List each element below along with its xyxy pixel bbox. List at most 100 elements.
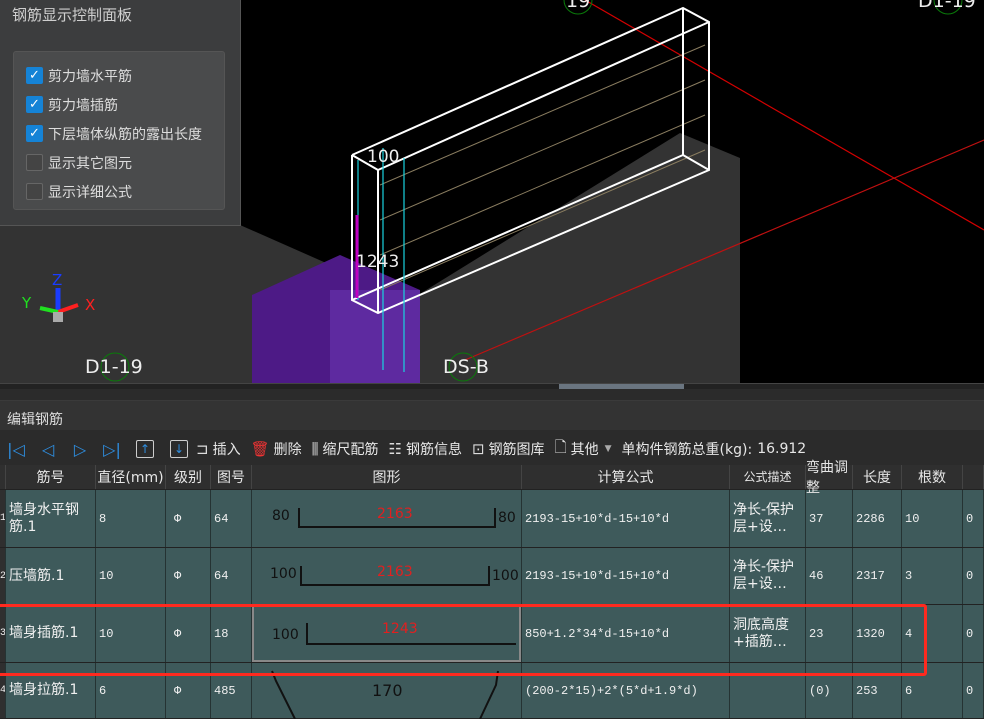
move-down-icon[interactable]: ↓ xyxy=(170,440,188,458)
extra-cell[interactable]: 0 xyxy=(963,548,984,604)
weight-label: 单构件钢筋总重(kg): xyxy=(621,442,753,458)
shape-right-length: 80 xyxy=(498,510,516,526)
figure-number-cell[interactable]: 485 xyxy=(211,663,252,718)
option-checkbox[interactable]: 显示其它图元 xyxy=(26,148,224,177)
splitter[interactable] xyxy=(0,383,984,389)
library-icon: ⊡ xyxy=(471,440,485,458)
rebar-info-button[interactable]: ☷ 钢筋信息 xyxy=(389,439,462,459)
checkbox-icon[interactable]: ✓ xyxy=(26,96,43,113)
bar-name-cell[interactable]: 墙身插筋.1 xyxy=(6,605,96,662)
table-row[interactable]: 2 压墙筋.1 10 Φ 64 100 2163 100 2193-15+10*… xyxy=(0,548,984,605)
prev-icon[interactable]: ◁ xyxy=(32,440,64,459)
bend-adjust-cell[interactable]: 37 xyxy=(806,490,853,547)
formula-cell[interactable]: 850+1.2*34*d-15+10*d xyxy=(522,605,730,662)
column-header[interactable]: 根数 xyxy=(902,465,963,489)
insert-button[interactable]: ⊐ 插入 xyxy=(196,439,241,459)
shape-left-length: 100 xyxy=(272,627,299,643)
table-row[interactable]: 3 墙身插筋.1 10 Φ 18 100 1243 850+1.2*34*d-1… xyxy=(0,605,984,663)
figure-number-cell[interactable]: 64 xyxy=(211,490,252,547)
grade-cell[interactable]: Φ xyxy=(166,605,211,662)
bar-name-cell[interactable]: 墙身水平钢筋.1 xyxy=(6,490,96,547)
diameter-cell[interactable]: 10 xyxy=(96,548,166,604)
bar-name-cell[interactable]: 墙身拉筋.1 xyxy=(6,663,96,718)
column-header[interactable]: 计算公式 xyxy=(522,465,730,489)
column-header[interactable]: 长度 xyxy=(853,465,902,489)
column-header[interactable]: 级别 xyxy=(166,465,211,489)
diameter-cell[interactable]: 8 xyxy=(96,490,166,547)
figure-number-cell[interactable]: 18 xyxy=(211,605,252,662)
column-header[interactable] xyxy=(963,465,984,489)
diameter-cell[interactable]: 10 xyxy=(96,605,166,662)
shape-mid-length: 170 xyxy=(372,681,403,700)
shape-cell[interactable]: 100 2163 100 xyxy=(252,548,522,604)
checkbox-icon[interactable]: ✓ xyxy=(26,67,43,84)
formula-cell[interactable]: 2193-15+10*d-15+10*d xyxy=(522,548,730,604)
first-icon[interactable]: |◁ xyxy=(0,440,32,459)
y-axis-label: Y xyxy=(22,294,32,312)
options-group: ✓ 剪力墙水平筋 ✓ 剪力墙插筋 ✓ 下层墙体纵筋的露出长度 显示其它图元 显示详细公式 xyxy=(13,51,225,210)
last-icon[interactable]: ▷| xyxy=(96,440,128,459)
length-cell[interactable]: 2286 xyxy=(853,490,902,547)
option-checkbox[interactable]: ✓ 下层墙体纵筋的露出长度 xyxy=(26,119,224,148)
section-title: 编辑钢筋 xyxy=(0,400,984,430)
checkbox-icon[interactable]: ✓ xyxy=(26,125,43,142)
checkbox-icon[interactable] xyxy=(26,154,43,171)
bar-name-cell[interactable]: 压墙筋.1 xyxy=(6,548,96,604)
column-header[interactable]: 公式描述 xyxy=(730,465,806,489)
column-header[interactable]: 弯曲调整 xyxy=(806,460,853,496)
length-cell[interactable]: 1320 xyxy=(853,605,902,662)
shape-cell[interactable]: 170 xyxy=(252,663,522,719)
grade-cell[interactable]: Φ xyxy=(166,490,211,547)
shape-cell[interactable]: 100 1243 xyxy=(252,605,522,662)
checkbox-icon[interactable] xyxy=(26,183,43,200)
extra-cell[interactable]: 0 xyxy=(963,490,984,547)
axis-label: DS-B xyxy=(443,356,489,378)
chevron-down-icon: ▼ xyxy=(604,444,612,454)
length-cell[interactable]: 2317 xyxy=(853,548,902,604)
figure-number-cell[interactable]: 64 xyxy=(211,548,252,604)
length-cell[interactable]: 253 xyxy=(853,663,902,718)
count-cell[interactable]: 10 xyxy=(902,490,963,547)
diameter-cell[interactable]: 6 xyxy=(96,663,166,718)
count-cell[interactable]: 4 xyxy=(902,605,963,662)
shape-mid-length: 2163 xyxy=(377,564,413,580)
axis-label: 19 xyxy=(566,0,591,12)
option-checkbox[interactable]: ✓ 剪力墙水平筋 xyxy=(26,61,224,90)
option-checkbox[interactable]: ✓ 剪力墙插筋 xyxy=(26,90,224,119)
column-header[interactable]: 图号 xyxy=(211,465,252,489)
formula-description-cell[interactable]: 净长-保护层+设… xyxy=(730,548,806,604)
shape-cell[interactable]: 80 2163 80 xyxy=(252,490,522,547)
formula-description-cell[interactable]: 净长-保护层+设… xyxy=(730,490,806,547)
formula-cell[interactable]: 2193-15+10*d-15+10*d xyxy=(522,490,730,547)
table-row[interactable]: 1 墙身水平钢筋.1 8 Φ 64 80 2163 80 2193-15+10*… xyxy=(0,490,984,548)
formula-description-cell[interactable]: 洞底高度+插筋… xyxy=(730,605,806,662)
grade-cell[interactable]: Φ xyxy=(166,548,211,604)
count-cell[interactable]: 3 xyxy=(902,548,963,604)
splitter-handle[interactable] xyxy=(559,384,684,389)
move-up-icon[interactable]: ↑ xyxy=(136,440,154,458)
other-dropdown[interactable]: 🗋 其他 ▼ xyxy=(555,437,612,462)
formula-description-cell[interactable] xyxy=(730,663,806,718)
column-header[interactable]: 筋号 xyxy=(6,465,96,489)
bend-adjust-cell[interactable]: 23 xyxy=(806,605,853,662)
bend-adjust-cell[interactable]: 46 xyxy=(806,548,853,604)
table-row[interactable]: 4 墙身拉筋.1 6 Φ 485 170 (200-2*15)+2*(5*d+1… xyxy=(0,663,984,719)
axis-label: D1-19 xyxy=(918,0,976,12)
bend-adjust-cell[interactable]: (0) xyxy=(806,663,853,718)
next-icon[interactable]: ▷ xyxy=(64,440,96,459)
option-checkbox[interactable]: 显示详细公式 xyxy=(26,177,224,206)
scale-rebar-button[interactable]: ⫼ 缩尺配筋 xyxy=(312,439,379,459)
formula-cell[interactable]: (200-2*15)+2*(5*d+1.9*d) xyxy=(522,663,730,718)
extra-cell[interactable]: 0 xyxy=(963,663,984,718)
grade-cell[interactable]: Φ xyxy=(166,663,211,718)
rebar-library-button[interactable]: ⊡ 钢筋图库 xyxy=(472,439,545,459)
delete-button[interactable]: 🗑 删除 xyxy=(251,439,302,459)
info-icon: ☷ xyxy=(388,440,402,458)
column-header[interactable]: 图形 xyxy=(252,465,522,489)
panel-title: 钢筋显示控制面板 xyxy=(12,6,133,24)
extra-cell[interactable]: 0 xyxy=(963,605,984,662)
shape-mid-length: 2163 xyxy=(377,506,413,522)
axis-label: D1-19 xyxy=(85,356,143,378)
count-cell[interactable]: 6 xyxy=(902,663,963,718)
column-header[interactable]: 直径(mm) xyxy=(96,465,166,489)
